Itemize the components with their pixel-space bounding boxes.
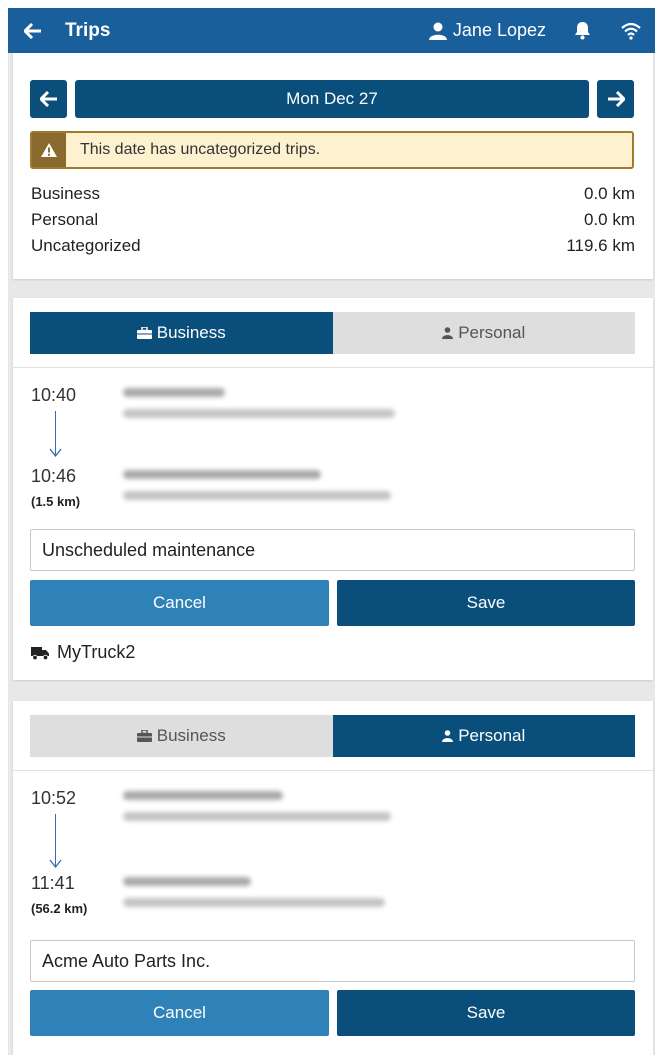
total-label: Uncategorized <box>31 236 141 255</box>
day-summary-card: Mon Dec 27 This date has uncategorized t… <box>13 53 653 279</box>
trip-actions: Cancel Save <box>30 990 635 1036</box>
trip-description-input[interactable]: Acme Auto Parts Inc. <box>30 940 635 982</box>
current-date-button[interactable]: Mon Dec 27 <box>75 80 589 118</box>
divider <box>13 770 653 771</box>
person-icon <box>442 327 454 339</box>
truck-icon <box>31 646 49 660</box>
start-address-redacted <box>123 791 391 833</box>
total-label: Personal <box>31 210 99 229</box>
start-address-redacted <box>123 388 395 430</box>
trip-distance: (56.2 km) <box>31 901 88 916</box>
divider <box>13 367 653 368</box>
personal-toggle-button[interactable]: Personal <box>332 715 635 757</box>
back-arrow-icon[interactable] <box>22 20 44 42</box>
total-row-uncategorized: Uncategorized 119.6 km <box>31 233 635 259</box>
end-time: 11:41 <box>31 873 75 893</box>
app-header: Trips Jane Lopez <box>8 8 655 53</box>
trip-card: Business Personal 10:40 10:46 (1.5 km) U… <box>13 298 653 680</box>
arrow-right-icon <box>607 91 625 107</box>
previous-day-button[interactable] <box>30 80 67 118</box>
next-day-button[interactable] <box>597 80 634 118</box>
user-menu[interactable]: Jane Lopez <box>428 20 546 41</box>
arrow-down-icon <box>49 448 62 457</box>
save-button[interactable]: Save <box>337 580 635 626</box>
wifi-icon <box>621 22 641 40</box>
warning-icon <box>32 133 66 167</box>
cancel-button[interactable]: Cancel <box>30 580 329 626</box>
distance-totals: Business 0.0 km Personal 0.0 km Uncatego… <box>31 181 635 259</box>
total-value: 0.0 km <box>583 184 635 203</box>
business-label: Business <box>156 323 226 342</box>
category-toggle: Business Personal <box>30 312 635 354</box>
user-name: Jane Lopez <box>452 20 546 40</box>
vehicle-name: MyTruck2 <box>57 642 136 662</box>
arrow-left-icon <box>39 91 57 107</box>
personal-label: Personal <box>458 323 526 342</box>
trip-card: Business Personal 10:52 11:41 (56.2 km) … <box>13 701 653 1055</box>
end-address-redacted <box>123 877 385 919</box>
briefcase-icon <box>136 327 152 339</box>
bell-icon[interactable] <box>574 21 591 40</box>
save-button[interactable]: Save <box>337 990 635 1036</box>
arrow-down-icon <box>49 859 62 868</box>
briefcase-icon <box>136 730 152 742</box>
user-icon <box>428 22 447 40</box>
page-title: Trips <box>65 19 111 41</box>
personal-label: Personal <box>458 726 526 745</box>
business-toggle-button[interactable]: Business <box>30 715 333 757</box>
trip-actions: Cancel Save <box>30 580 635 626</box>
personal-toggle-button[interactable]: Personal <box>332 312 635 354</box>
business-label: Business <box>156 726 226 745</box>
end-address-redacted <box>123 470 391 512</box>
start-time: 10:52 <box>31 788 77 808</box>
trip-description-input[interactable]: Unscheduled maintenance <box>30 529 635 571</box>
total-row-personal: Personal 0.0 km <box>31 207 635 233</box>
category-toggle: Business Personal <box>30 715 635 757</box>
cancel-button[interactable]: Cancel <box>30 990 329 1036</box>
alert-message: This date has uncategorized trips. <box>80 141 321 158</box>
end-time: 10:46 <box>31 466 77 486</box>
business-toggle-button[interactable]: Business <box>30 312 333 354</box>
uncategorized-alert: This date has uncategorized trips. <box>30 131 634 169</box>
trip-distance: (1.5 km) <box>31 494 81 509</box>
start-time: 10:40 <box>31 385 77 405</box>
total-value: 0.0 km <box>583 210 635 229</box>
total-value: 119.6 km <box>566 236 635 255</box>
trips-app: Trips Jane Lopez Mon Dec 27 This date ha… <box>8 8 655 1055</box>
total-row-business: Business 0.0 km <box>31 181 635 207</box>
date-navigator: Mon Dec 27 <box>30 80 634 118</box>
person-icon <box>442 730 454 742</box>
total-label: Business <box>31 184 100 203</box>
vehicle-info: MyTruck2 <box>31 642 135 663</box>
